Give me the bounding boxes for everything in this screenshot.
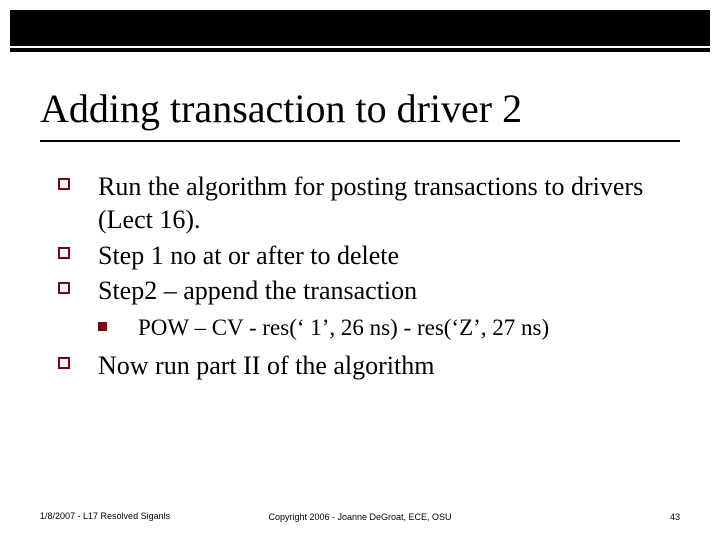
slide-title: Adding transaction to driver 2 xyxy=(40,88,680,130)
hollow-square-icon xyxy=(58,282,70,294)
hollow-square-icon xyxy=(58,178,70,190)
footer-page-number: 43 xyxy=(670,512,680,522)
bullet-text: Step2 – append the transaction xyxy=(98,276,417,305)
bullet-text: POW – CV - res(‘ 1’, 26 ns) - res(‘Z’, 2… xyxy=(138,315,549,340)
bullet-text: Step 1 no at or after to delete xyxy=(98,241,399,270)
top-decor-line xyxy=(10,46,710,48)
bullet-level1: Now run part II of the algorithm xyxy=(58,349,680,382)
title-underline xyxy=(40,140,680,142)
slide: Adding transaction to driver 2 Run the a… xyxy=(0,0,720,540)
filled-square-icon xyxy=(98,322,107,331)
bullet-level1: Step2 – append the transaction xyxy=(58,274,680,307)
bullet-text: Now run part II of the algorithm xyxy=(98,351,434,380)
hollow-square-icon xyxy=(58,247,70,259)
footer-center: Copyright 2006 - Joanne DeGroat, ECE, OS… xyxy=(40,512,680,522)
bullet-level1: Run the algorithm for posting transactio… xyxy=(58,170,680,237)
hollow-square-icon xyxy=(58,357,70,369)
bullet-level2: POW – CV - res(‘ 1’, 26 ns) - res(‘Z’, 2… xyxy=(98,313,680,342)
slide-body: Run the algorithm for posting transactio… xyxy=(58,170,680,384)
bullet-text: Run the algorithm for posting transactio… xyxy=(98,172,643,234)
top-decor-bar xyxy=(10,10,710,52)
bullet-level1: Step 1 no at or after to delete xyxy=(58,239,680,272)
